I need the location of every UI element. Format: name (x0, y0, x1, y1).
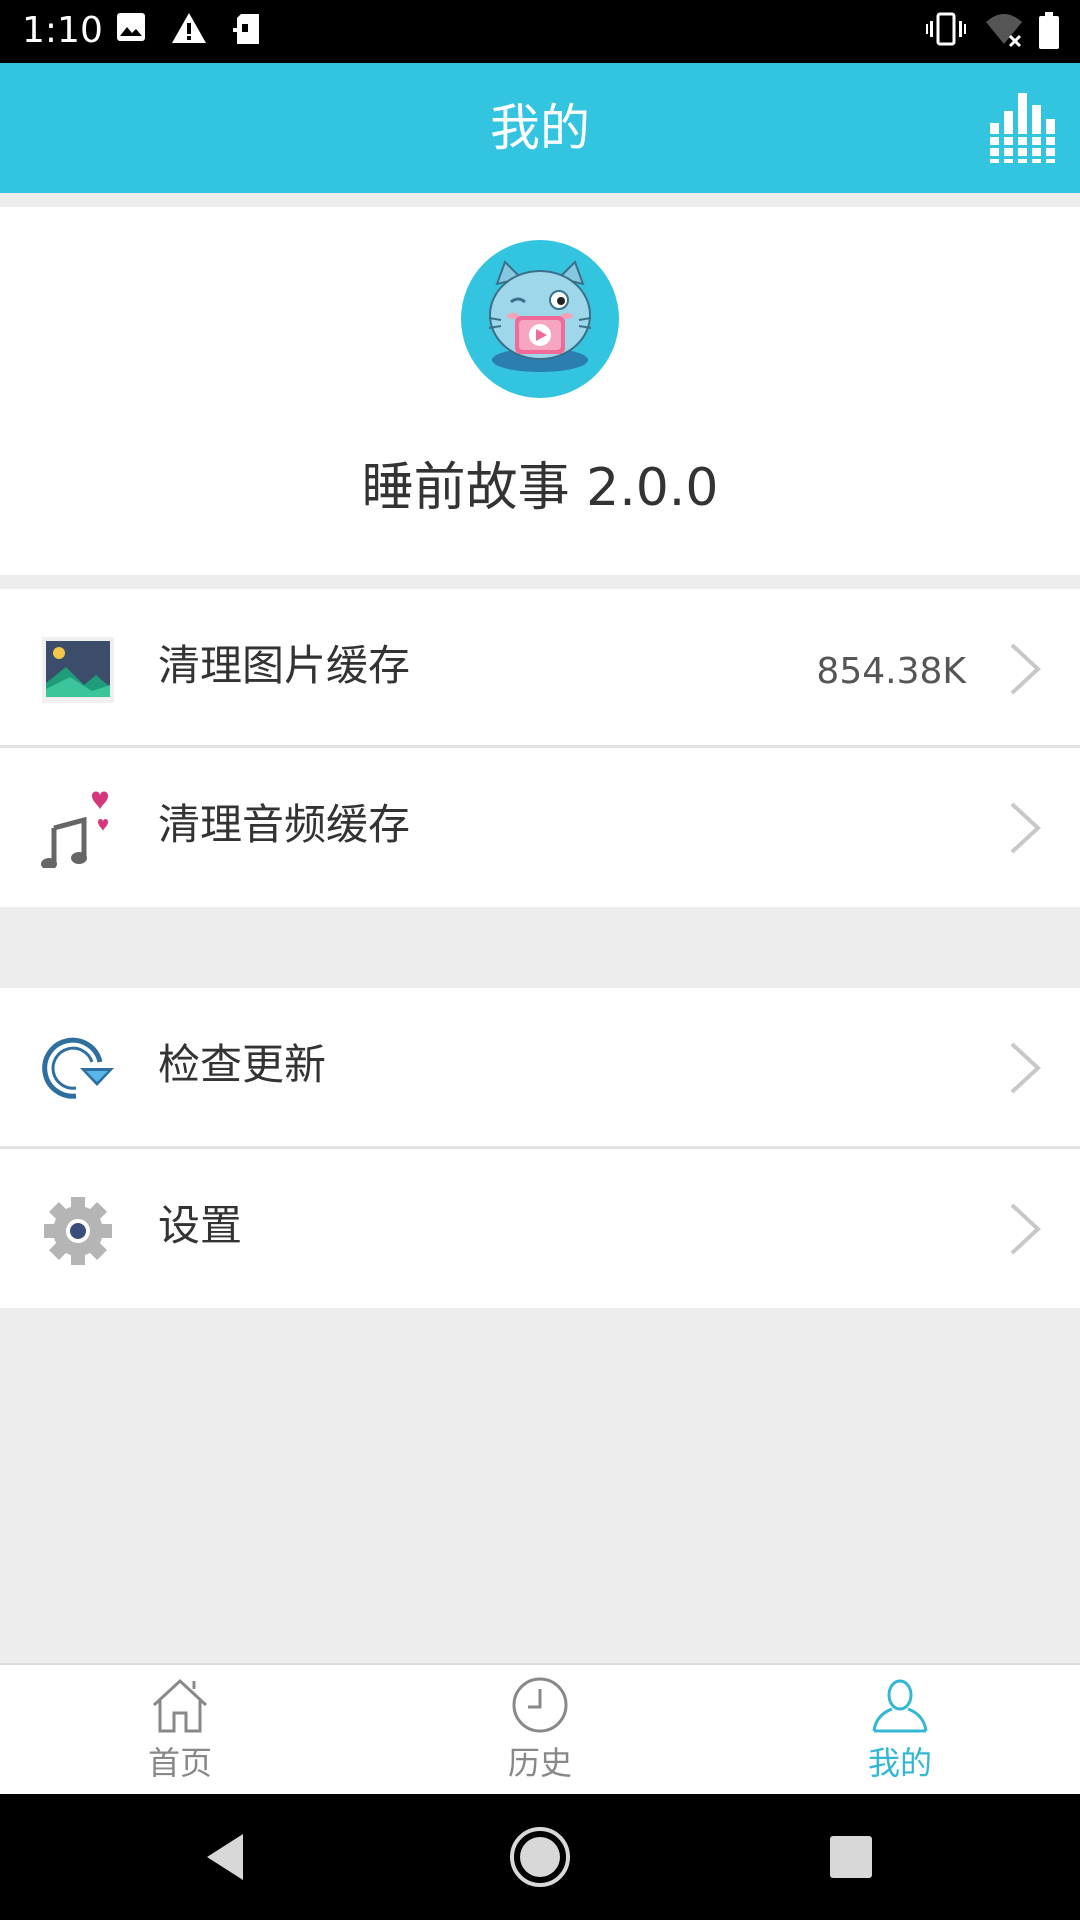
clear-image-cache-label: 清理图片缓存 (158, 641, 411, 690)
tab-history-label: 历史 (507, 1744, 572, 1782)
warning-icon (172, 13, 206, 43)
profile-card: 睡前故事 2.0.0 (0, 207, 1080, 575)
system-nav-bar (0, 1794, 1080, 1920)
home-circle-icon[interactable] (507, 1824, 573, 1890)
check-update-row[interactable]: 检查更新 (0, 988, 1080, 1147)
tab-home[interactable]: 首页 (0, 1665, 360, 1794)
image-icon (117, 13, 145, 41)
tab-home-label: 首页 (147, 1744, 212, 1782)
wifi-off-icon (986, 14, 1022, 48)
refresh-icon (42, 1037, 114, 1099)
battery-icon (1039, 12, 1059, 49)
tab-mine[interactable]: 我的 (720, 1665, 1080, 1794)
status-bar: 1:10 (0, 0, 1080, 63)
gear-icon (44, 1197, 112, 1265)
title-bar: 我的 (0, 63, 1080, 193)
picture-icon (42, 637, 114, 703)
back-icon[interactable] (195, 1824, 261, 1890)
app-name: 睡前故事 2.0.0 (361, 458, 719, 518)
vibrate-icon (926, 12, 966, 46)
cat-mascot-icon (461, 240, 619, 398)
recents-icon[interactable] (818, 1824, 884, 1890)
clock-icon (512, 1677, 568, 1733)
clear-audio-cache-label: 清理音频缓存 (158, 800, 411, 849)
tab-history[interactable]: 历史 (360, 1665, 720, 1794)
chevron-right-icon (1010, 1042, 1041, 1094)
user-icon (872, 1679, 928, 1733)
page-title: 我的 (490, 99, 590, 157)
clear-image-cache-row[interactable]: 清理图片缓存 854.38K (0, 589, 1080, 748)
chevron-right-icon (1010, 643, 1041, 695)
equalizer-icon[interactable] (990, 93, 1056, 163)
home-icon (152, 1678, 208, 1733)
bottom-nav: 首页 历史 我的 (0, 1663, 1080, 1794)
tab-mine-label: 我的 (867, 1744, 932, 1782)
image-cache-size: 854.38K (816, 651, 966, 692)
chevron-right-icon (1010, 802, 1041, 854)
clear-audio-cache-row[interactable]: 清理音频缓存 (0, 748, 1080, 907)
music-hearts-icon (41, 791, 108, 868)
chevron-right-icon (1010, 1203, 1041, 1255)
check-update-label: 检查更新 (158, 1040, 327, 1089)
settings-row[interactable]: 设置 (0, 1149, 1080, 1308)
settings-label: 设置 (158, 1201, 243, 1250)
status-time: 1:10 (22, 10, 103, 51)
sim-icon (233, 14, 259, 44)
